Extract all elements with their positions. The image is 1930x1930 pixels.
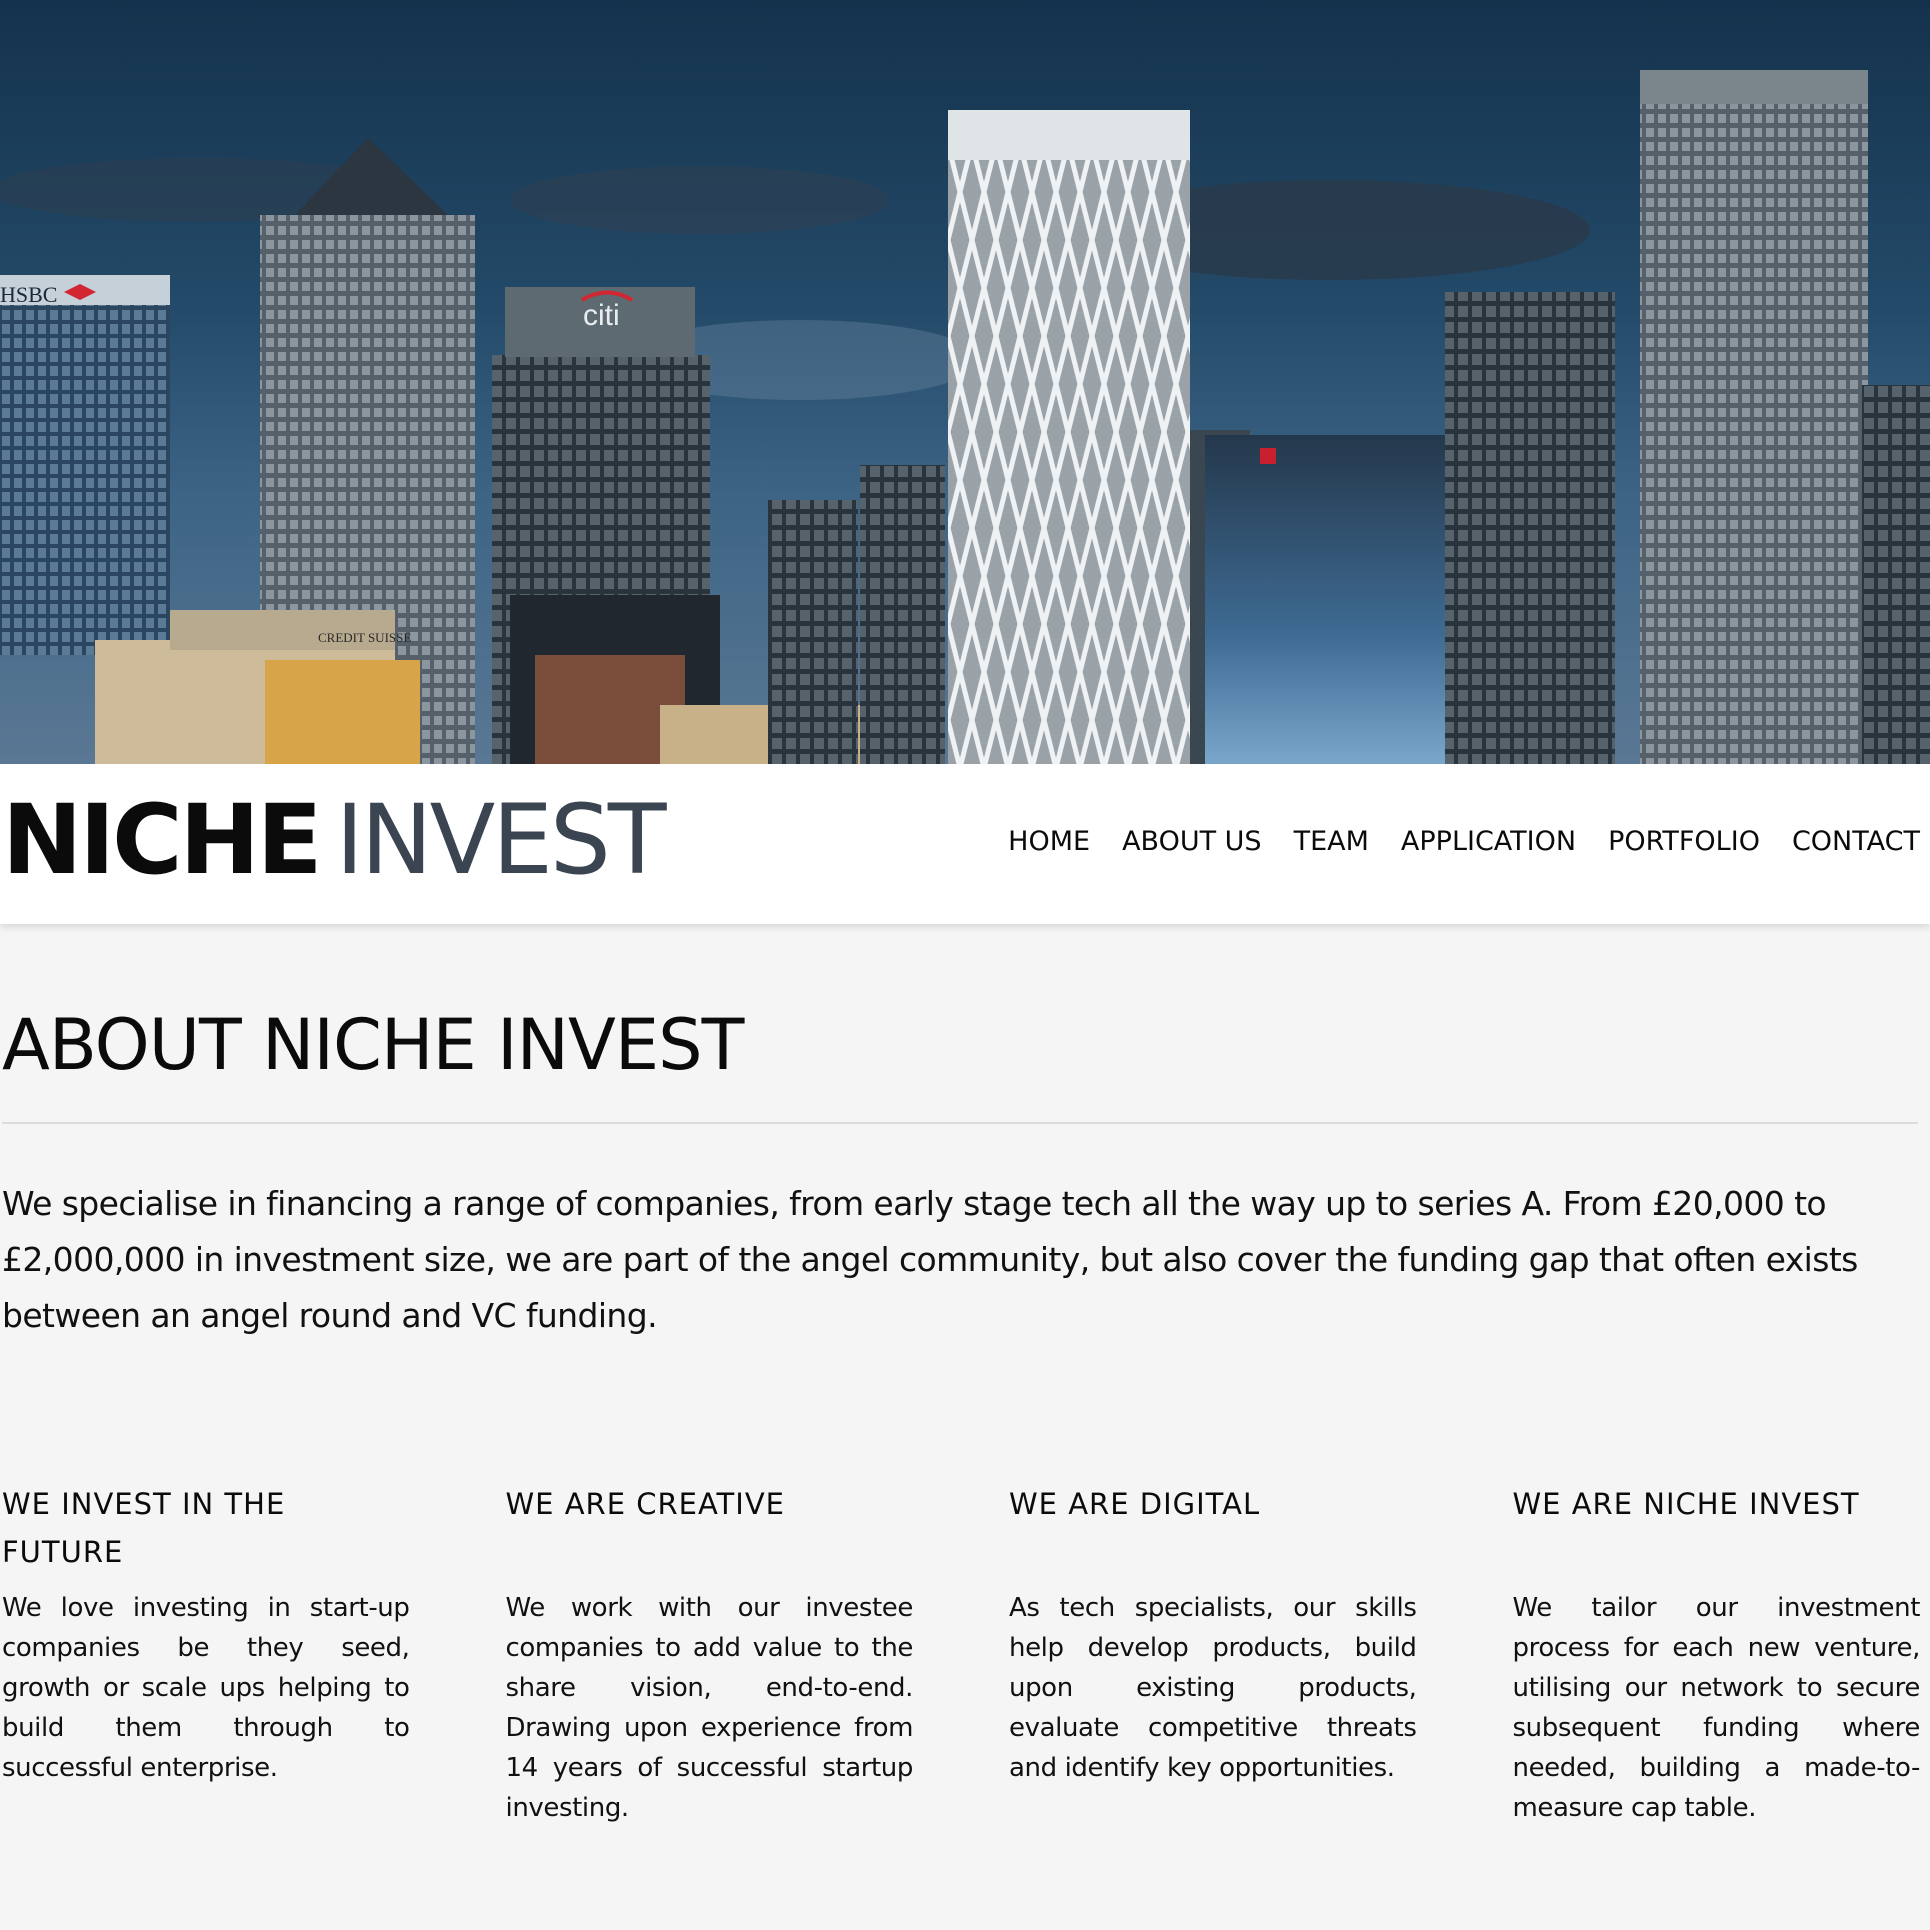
feature-column: WE INVEST IN THE FUTURE We love investin…	[2, 1480, 410, 1828]
feature-column: WE ARE CREATIVE We work with our investe…	[506, 1480, 914, 1828]
feature-title: WE ARE NICHE INVEST	[1512, 1487, 1860, 1521]
hsbc-sign: HSBC	[0, 282, 57, 307]
feature-title: WE ARE CREATIVE	[505, 1487, 785, 1521]
nav-about-us[interactable]: ABOUT US	[1122, 826, 1262, 857]
nav-home[interactable]: HOME	[1008, 826, 1090, 857]
logo-light-text: INVEST	[335, 784, 666, 896]
credit-suisse-sign: CREDIT SUISSE	[318, 630, 411, 645]
logo-bold-text: NICHE	[2, 784, 322, 896]
feature-columns: WE INVEST IN THE FUTURE We love investin…	[2, 1480, 1920, 1828]
hero-image: HSBC citi CREDIT SUISSE	[0, 0, 1930, 764]
intro-paragraph: We specialise in financing a range of co…	[2, 1184, 1858, 1335]
nav-contact[interactable]: CONTACT	[1792, 826, 1920, 857]
site-header: NICHE INVEST HOME ABOUT US TEAM APPLICATI…	[0, 764, 1930, 924]
main-nav: HOME ABOUT US TEAM APPLICATION PORTFOLIO…	[1008, 826, 1920, 857]
skyline-illustration: HSBC citi CREDIT SUISSE	[0, 70, 1930, 764]
feature-text: We work with our investee companies to a…	[505, 1593, 914, 1823]
page-title: ABOUT NICHE INVEST	[2, 1004, 744, 1086]
about-section: ABOUT NICHE INVEST We specialise in fina…	[2, 924, 1920, 1823]
feature-title: WE ARE DIGITAL	[1009, 1487, 1261, 1521]
site-logo[interactable]: NICHE INVEST	[2, 792, 666, 888]
citi-sign: citi	[583, 299, 620, 332]
title-divider	[2, 1122, 1918, 1124]
feature-text: As tech specialists, our skills help dev…	[1009, 1593, 1417, 1783]
nav-portfolio[interactable]: PORTFOLIO	[1608, 826, 1760, 857]
nav-team[interactable]: TEAM	[1294, 826, 1369, 857]
feature-column: WE ARE DIGITAL As tech specialists, our …	[1009, 1480, 1417, 1828]
nav-application[interactable]: APPLICATION	[1401, 826, 1576, 857]
feature-text: We tailor our investment process for eac…	[1512, 1593, 1921, 1823]
feature-title: WE INVEST IN THE FUTURE	[2, 1487, 286, 1569]
feature-column: WE ARE NICHE INVEST We tailor our invest…	[1513, 1480, 1921, 1828]
feature-text: We love investing in start-up companies …	[2, 1593, 410, 1783]
